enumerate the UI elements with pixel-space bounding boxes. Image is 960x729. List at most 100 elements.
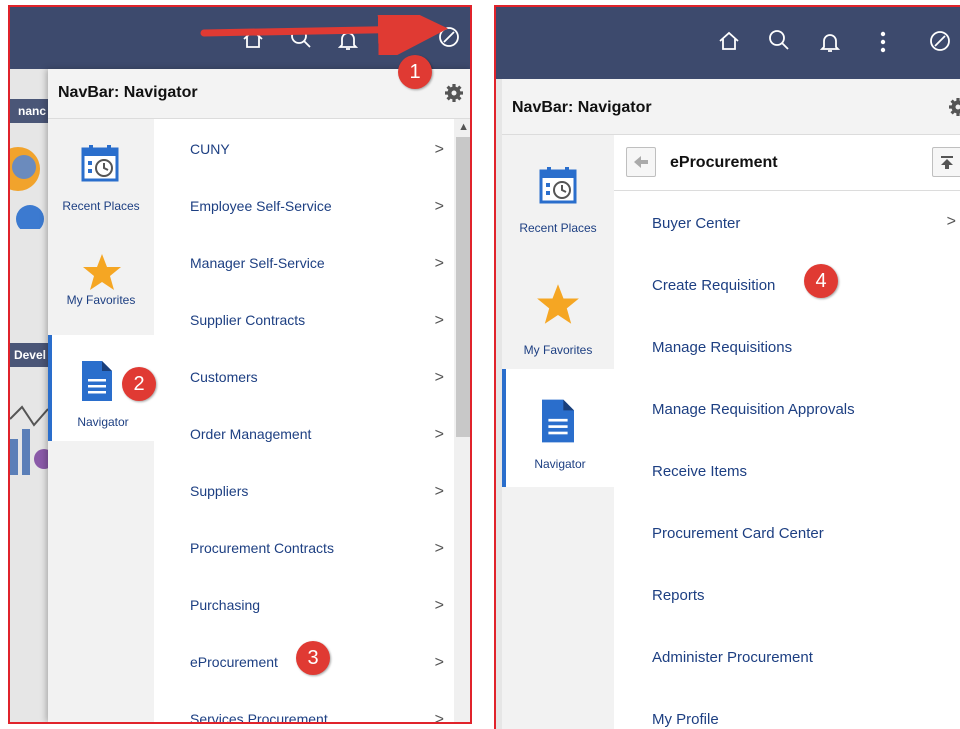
- menu-item-label: eProcurement: [190, 654, 278, 670]
- menu-item-label: Buyer Center: [652, 215, 741, 232]
- sidebar-item-my-favorites[interactable]: My Favorites: [502, 259, 614, 369]
- step-badge: 2: [122, 367, 156, 401]
- menu-item-receive-items[interactable]: Receive Items: [614, 439, 960, 501]
- menu-item-supplier-contracts[interactable]: Supplier Contracts >: [154, 298, 454, 355]
- step-badge: 1: [398, 55, 432, 89]
- menu-item-label: Services Procurement: [190, 711, 328, 724]
- menu-item-label: Suppliers: [190, 483, 249, 499]
- menu-item-cuny[interactable]: CUNY >: [154, 127, 454, 184]
- chevron-right-icon: >: [434, 540, 444, 557]
- background-page: nanc Devel: [10, 69, 48, 722]
- scroll-up-icon[interactable]: ▲: [458, 121, 469, 133]
- arrow-annotation: [200, 15, 448, 55]
- menu-item-label: Employee Self-Service: [190, 198, 332, 214]
- drawer-title: NavBar: Navigator: [512, 99, 652, 116]
- navbar-drawer: NavBar: Navigator Recent Places My Favor…: [502, 79, 960, 729]
- navbar-sidebar: Recent Places My Favorites Navigator: [48, 119, 154, 722]
- navigator-icon: [82, 361, 112, 404]
- chevron-right-icon: >: [434, 426, 444, 443]
- menu-item-label: Receive Items: [652, 463, 748, 480]
- step-badge: 3: [296, 641, 330, 675]
- menu-item-procurement-card-center[interactable]: Procurement Card Center: [614, 501, 960, 563]
- menu-item-customers[interactable]: Customers >: [154, 355, 454, 412]
- chevron-right-icon: >: [434, 255, 444, 272]
- menu-item-label: Manage Requisition Approvals: [652, 401, 855, 418]
- sidebar-item-label: Navigator: [534, 457, 586, 471]
- chevron-right-icon: >: [434, 597, 444, 614]
- sidebar-item-label: Recent Places: [519, 221, 597, 235]
- back-button[interactable]: [626, 147, 656, 177]
- menu-item-label: Procurement Card Center: [652, 525, 824, 542]
- more-icon[interactable]: [880, 31, 886, 53]
- top-navbar: [10, 7, 470, 69]
- menu-item-services-procurement[interactable]: Services Procurement >: [154, 697, 454, 724]
- menu-item-label: Administer Procurement: [652, 649, 813, 666]
- sidebar-item-my-favorites[interactable]: My Favorites: [48, 239, 154, 335]
- navigator-menu: CUNY > Employee Self-Service > Manager Sel…: [154, 119, 470, 724]
- drawer-header: NavBar: Navigator: [502, 79, 960, 135]
- eprocurement-menu: Buyer Center > Create Requisition Manage …: [614, 191, 960, 729]
- sidebar-item-recent-places[interactable]: Recent Places: [502, 135, 614, 245]
- left-panel: nanc Devel NavBar: Navigator Recent Plac…: [8, 5, 472, 724]
- menu-item-create-requisition[interactable]: Create Requisition: [614, 253, 960, 315]
- navigator-icon: [542, 399, 574, 446]
- chevron-right-icon: >: [434, 312, 444, 329]
- arrow-top-icon: [941, 156, 953, 169]
- gear-icon[interactable]: [444, 83, 464, 108]
- menu-item-manage-requisitions[interactable]: Manage Requisitions: [614, 315, 960, 377]
- background-tile-label: Devel: [10, 343, 48, 367]
- menu-item-label: Purchasing: [190, 597, 261, 613]
- sidebar-item-label: Recent Places: [62, 199, 140, 213]
- right-panel: NavBar: Navigator Recent Places My Favor…: [494, 5, 960, 729]
- menu-item-employee-self-service[interactable]: Employee Self-Service >: [154, 184, 454, 241]
- top-navbar: [496, 7, 960, 79]
- home-icon[interactable]: [718, 31, 740, 51]
- star-icon: [536, 283, 580, 328]
- chevron-right-icon: >: [434, 654, 444, 671]
- navbar-sidebar: Recent Places My Favorites Navigator: [502, 135, 614, 729]
- menu-item-manage-requisition-approvals[interactable]: Manage Requisition Approvals: [614, 377, 960, 439]
- sidebar-item-recent-places[interactable]: Recent Places: [48, 119, 154, 215]
- menu-item-buyer-center[interactable]: Buyer Center >: [614, 191, 960, 253]
- navbar-drawer: NavBar: Navigator Recent Places My Favor…: [48, 69, 470, 724]
- recent-places-icon: [538, 165, 578, 208]
- background-tile-graphic: [10, 147, 44, 229]
- drawer-title: NavBar: Navigator: [58, 84, 198, 101]
- menu-item-label: Customers: [190, 369, 258, 385]
- chevron-right-icon: >: [434, 711, 444, 724]
- step-badge: 4: [804, 264, 838, 298]
- sidebar-item-label: My Favorites: [66, 293, 136, 307]
- menu-item-label: Manage Requisitions: [652, 339, 793, 356]
- menu-item-order-management[interactable]: Order Management >: [154, 412, 454, 469]
- menu-item-label: CUNY: [190, 141, 230, 157]
- scrollbar-thumb[interactable]: [456, 137, 470, 437]
- gear-icon[interactable]: [948, 97, 960, 122]
- chevron-right-icon: >: [434, 483, 444, 500]
- menu-item-label: Order Management: [190, 426, 312, 442]
- menu-scrollbar[interactable]: ▲: [454, 119, 470, 722]
- menu-item-my-profile[interactable]: My Profile: [614, 687, 960, 729]
- menu-item-label: My Profile: [652, 711, 719, 728]
- menu-item-label: Manager Self-Service: [190, 255, 325, 271]
- navbar-icon[interactable]: [928, 29, 952, 53]
- menu-item-suppliers[interactable]: Suppliers >: [154, 469, 454, 526]
- sidebar-item-navigator[interactable]: Navigator: [502, 369, 614, 487]
- breadcrumb-title: eProcurement: [670, 154, 778, 171]
- menu-item-manager-self-service[interactable]: Manager Self-Service >: [154, 241, 454, 298]
- chevron-right-icon: >: [434, 198, 444, 215]
- top-of-list-button[interactable]: [932, 147, 960, 177]
- background-tile-graphic: [10, 405, 48, 475]
- menu-item-reports[interactable]: Reports: [614, 563, 960, 625]
- menu-item-procurement-contracts[interactable]: Procurement Contracts >: [154, 526, 454, 583]
- tutorial-screenshot: nanc Devel NavBar: Navigator Recent Plac…: [0, 0, 960, 729]
- menu-item-label: Reports: [652, 587, 705, 604]
- bell-icon[interactable]: [820, 31, 840, 53]
- chevron-right-icon: >: [946, 213, 956, 230]
- menu-item-purchasing[interactable]: Purchasing >: [154, 583, 454, 640]
- menu-item-label: Create Requisition: [652, 277, 776, 294]
- menu-item-administer-procurement[interactable]: Administer Procurement: [614, 625, 960, 687]
- breadcrumb: eProcurement: [614, 135, 960, 191]
- back-arrow-icon: [634, 156, 648, 168]
- background-tile-label: nanc: [10, 99, 48, 123]
- search-icon[interactable]: [768, 29, 790, 51]
